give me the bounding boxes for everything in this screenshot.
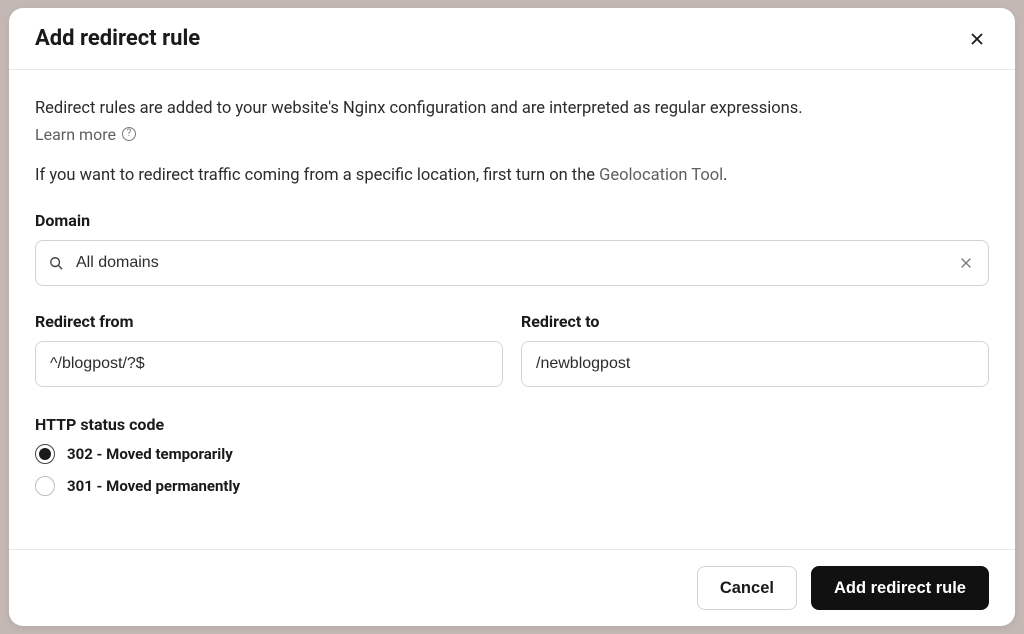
modal-body: Redirect rules are added to your website… <box>9 70 1015 549</box>
geolocation-tool-link[interactable]: Geolocation Tool <box>599 166 723 185</box>
domain-input[interactable] <box>35 240 989 286</box>
redirect-to-input[interactable] <box>521 341 989 387</box>
radio-301[interactable]: 301 - Moved permanently <box>35 476 989 496</box>
intro-text: Redirect rules are added to your website… <box>35 96 989 122</box>
redirect-from-input[interactable] <box>35 341 503 387</box>
radio-icon <box>35 444 55 464</box>
help-icon[interactable]: ? <box>122 127 136 141</box>
radio-icon <box>35 476 55 496</box>
geo-prefix: If you want to redirect traffic coming f… <box>35 166 599 185</box>
close-icon <box>969 31 985 47</box>
radio-label: 301 - Moved permanently <box>67 477 240 495</box>
learn-more-row: Learn more ? <box>35 125 989 144</box>
redirect-row: Redirect from Redirect to <box>35 312 989 387</box>
learn-more-link[interactable]: Learn more <box>35 125 116 144</box>
close-button[interactable] <box>965 27 989 51</box>
geolocation-hint: If you want to redirect traffic coming f… <box>35 166 989 185</box>
radio-label: 302 - Moved temporarily <box>67 445 233 463</box>
redirect-to-label: Redirect to <box>521 312 989 331</box>
add-redirect-rule-button[interactable]: Add redirect rule <box>811 566 989 610</box>
radio-302[interactable]: 302 - Moved temporarily <box>35 444 989 464</box>
add-redirect-rule-modal: Add redirect rule Redirect rules are add… <box>9 8 1015 626</box>
http-status-radio-group: 302 - Moved temporarily 301 - Moved perm… <box>35 444 989 496</box>
modal-header: Add redirect rule <box>9 8 1015 70</box>
domain-label: Domain <box>35 211 989 230</box>
redirect-from-label: Redirect from <box>35 312 503 331</box>
clear-icon <box>959 256 973 270</box>
geo-suffix: . <box>723 166 727 185</box>
modal-footer: Cancel Add redirect rule <box>9 549 1015 626</box>
modal-title: Add redirect rule <box>35 26 200 51</box>
redirect-from-col: Redirect from <box>35 312 503 387</box>
cancel-button[interactable]: Cancel <box>697 566 797 610</box>
redirect-to-col: Redirect to <box>521 312 989 387</box>
search-icon <box>49 256 63 270</box>
domain-field-wrap <box>35 240 989 286</box>
clear-domain-button[interactable] <box>955 252 977 274</box>
http-status-label: HTTP status code <box>35 415 989 434</box>
